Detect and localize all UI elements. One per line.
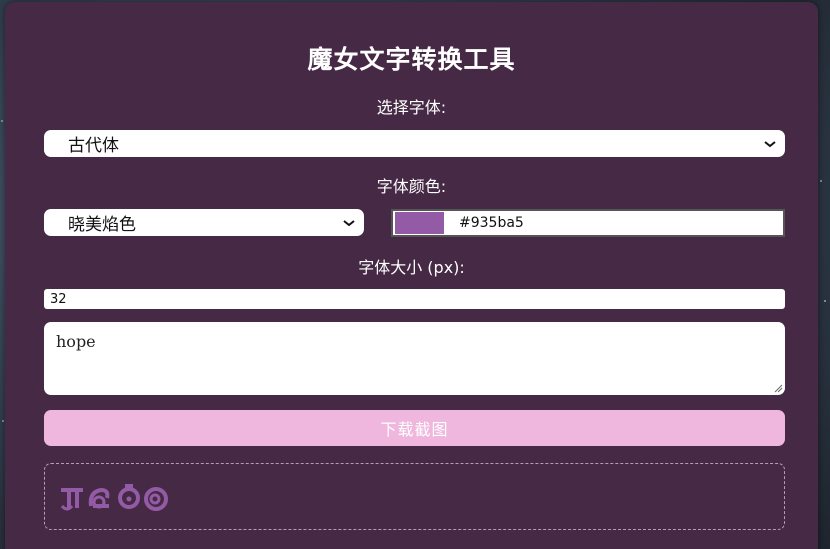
color-label: 字体颜色: bbox=[376, 177, 447, 196]
chevron-down-icon bbox=[343, 219, 355, 226]
background-star bbox=[824, 300, 826, 302]
background-star bbox=[1, 120, 3, 122]
witch-glyph-p bbox=[118, 484, 140, 509]
font-size-value: 32 bbox=[50, 291, 67, 307]
font-size-input[interactable]: 32 bbox=[44, 289, 785, 309]
background-star bbox=[2, 420, 4, 422]
download-screenshot-button[interactable]: 下载截图 bbox=[44, 410, 785, 446]
chevron-down-icon bbox=[764, 140, 776, 147]
text-input-value: hope bbox=[56, 332, 96, 351]
witch-script-preview bbox=[60, 484, 168, 511]
color-preset-select[interactable]: 晓美焰色 bbox=[44, 209, 364, 236]
color-swatch[interactable] bbox=[395, 212, 444, 234]
color-picker-field[interactable]: #935ba5 bbox=[391, 209, 785, 237]
font-select-value: 古代体 bbox=[68, 136, 119, 156]
converter-panel: 魔女文字转换工具 选择字体: 古代体 字体颜色: 晓美焰色 #935ba5 字体… bbox=[5, 2, 818, 549]
background-star bbox=[820, 180, 822, 182]
text-input[interactable]: hope bbox=[44, 322, 785, 395]
resize-grip-icon[interactable] bbox=[773, 383, 783, 393]
color-preset-value: 晓美焰色 bbox=[68, 215, 136, 235]
witch-glyph-o bbox=[88, 487, 110, 509]
size-label: 字体大小 (px): bbox=[358, 258, 465, 277]
download-button-label: 下载截图 bbox=[380, 420, 449, 439]
witch-glyph-h bbox=[60, 488, 83, 511]
font-select-label: 选择字体: bbox=[376, 98, 447, 117]
color-hex-value[interactable]: #935ba5 bbox=[459, 215, 524, 231]
witch-glyph-e bbox=[144, 487, 168, 511]
font-select[interactable]: 古代体 bbox=[44, 130, 785, 157]
preview-area bbox=[44, 463, 785, 530]
page-title: 魔女文字转换工具 bbox=[307, 45, 516, 74]
